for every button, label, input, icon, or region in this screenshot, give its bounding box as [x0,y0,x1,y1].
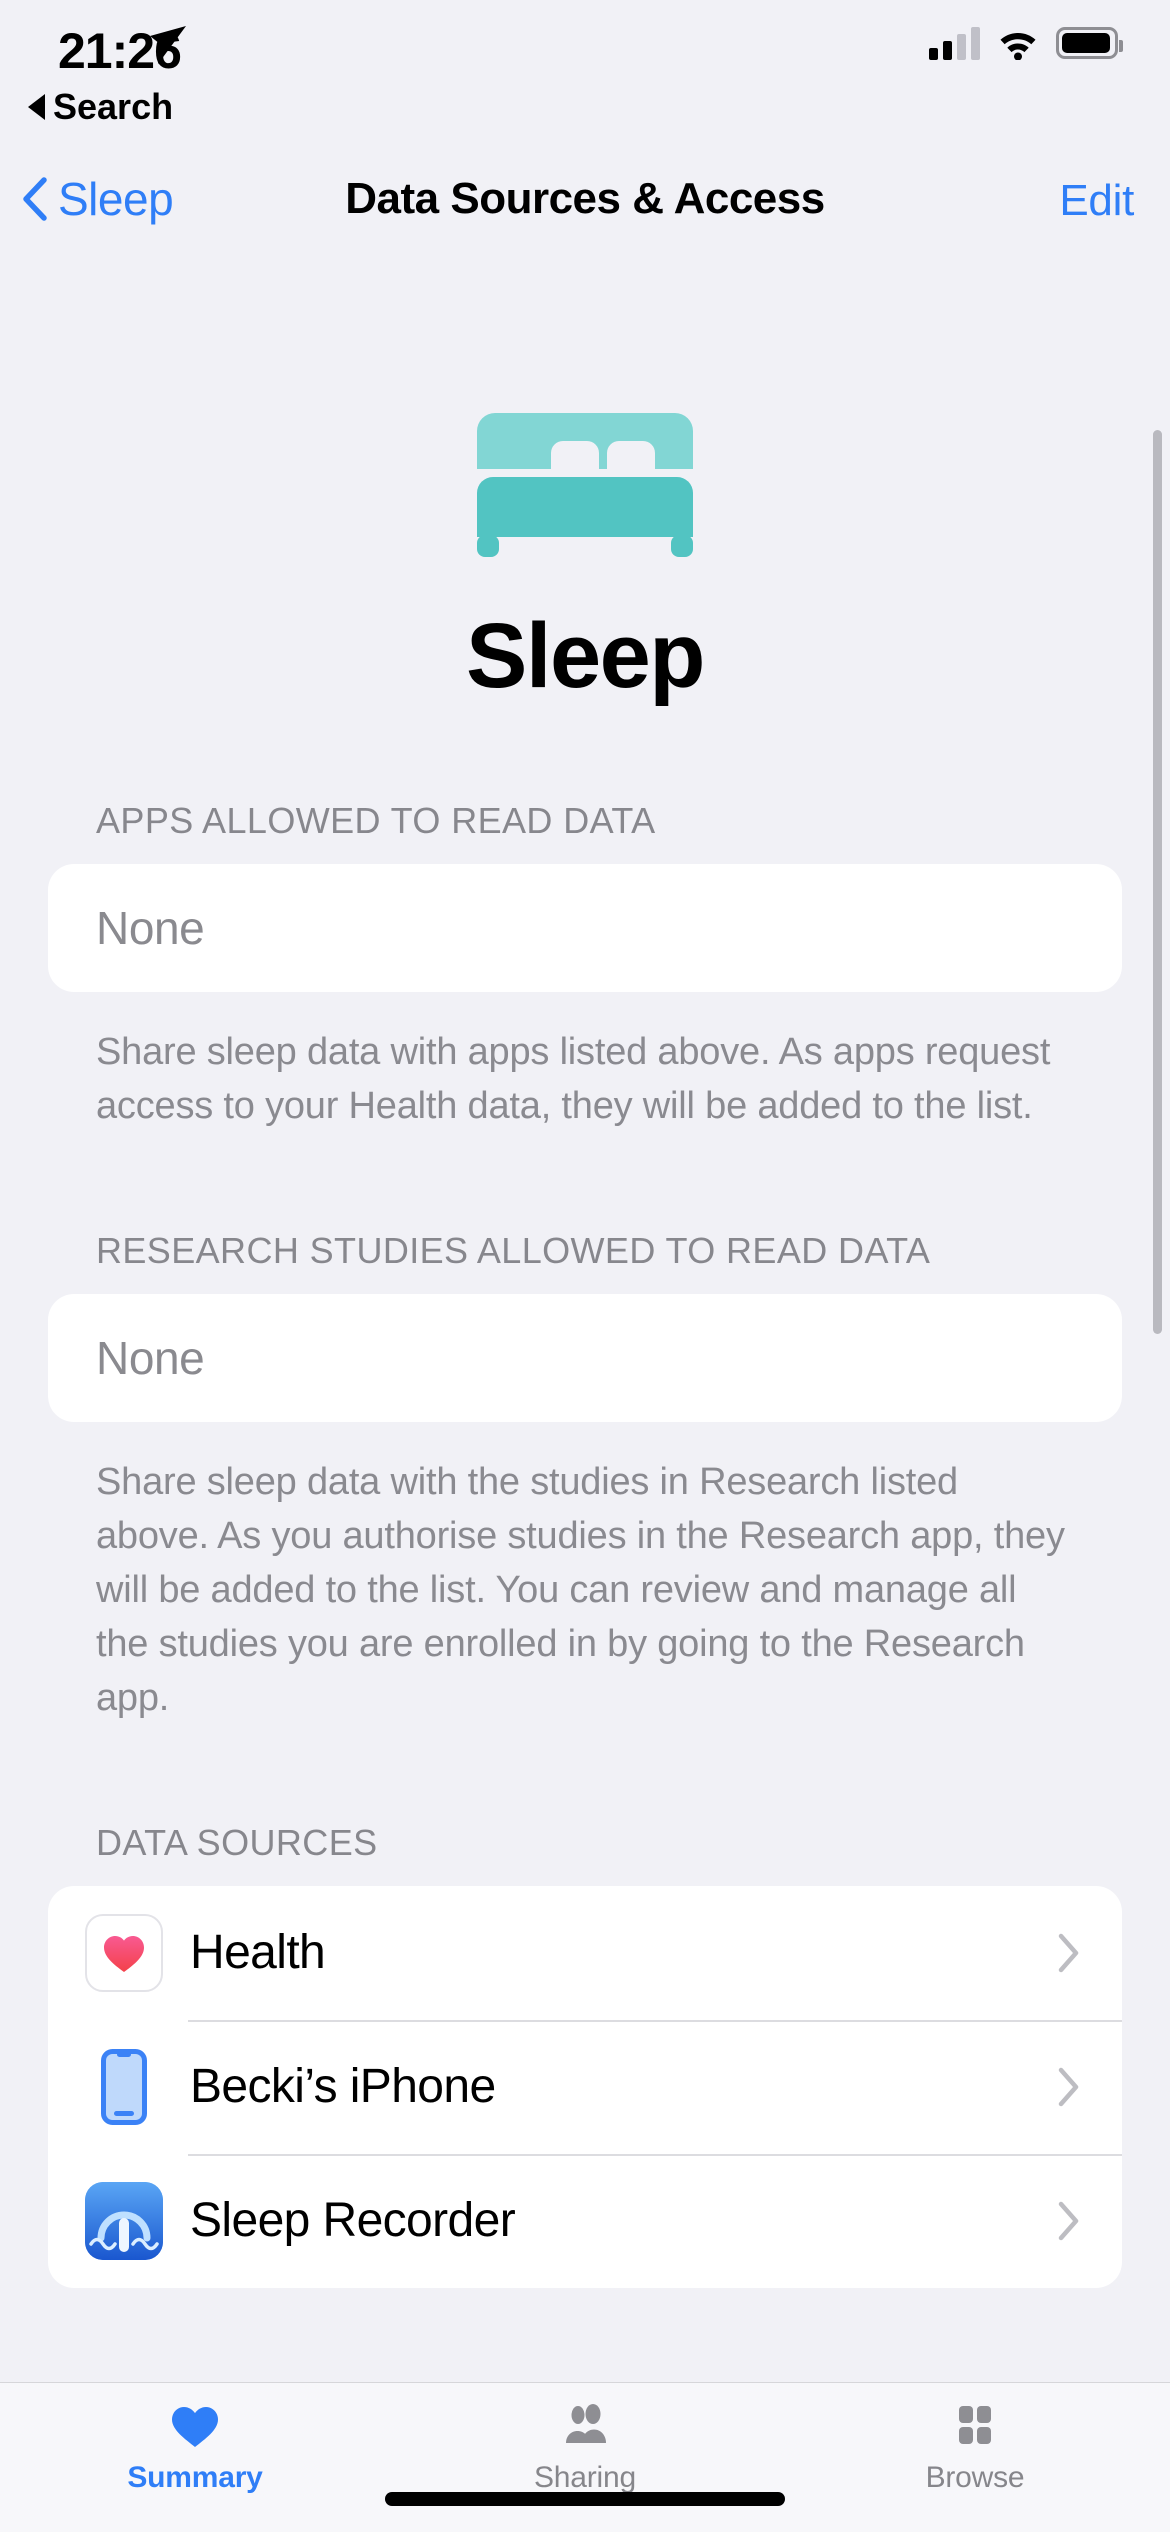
health-heart-icon [100,1929,148,1977]
page-title: Data Sources & Access [0,174,1170,224]
tab-summary-label: Summary [127,2461,262,2495]
tab-browse[interactable]: Browse [780,2383,1170,2495]
location-arrow-icon [148,22,188,66]
section-header-data-sources: DATA SOURCES [96,1822,1170,1864]
scroll-content[interactable]: Sleep APPS ALLOWED TO READ DATA None Sha… [0,252,1170,2382]
section-header-research: RESEARCH STUDIES ALLOWED TO READ DATA [96,1230,1170,1272]
people-icon [556,2399,614,2451]
row-icon-wrapper [84,2181,164,2261]
research-allowed-footnote: Share sleep data with the studies in Res… [96,1456,1074,1726]
cellular-signal-icon [929,26,980,60]
row-icon-wrapper [84,2047,164,2127]
row-icon-wrapper [84,1913,164,1993]
grid-icon [946,2399,1004,2451]
apps-allowed-card[interactable]: None [48,864,1122,992]
data-source-row-health[interactable]: Health [48,1886,1122,2020]
vertical-scrollbar[interactable] [1153,430,1162,1334]
tab-sharing[interactable]: Sharing [390,2383,780,2495]
navigation-bar: Sleep Data Sources & Access Edit [0,160,1170,252]
health-data-sources-screen: 21:26 Search Sleep Data Sources & Access… [0,0,1170,2532]
chevron-right-icon [1058,2201,1080,2241]
apps-allowed-footnote: Share sleep data with apps listed above.… [96,1026,1074,1134]
status-bar-indicators [929,26,1118,60]
data-source-row-iphone[interactable]: Becki’s iPhone [48,2020,1122,2154]
hero-title: Sleep [0,610,1170,702]
tab-bar: Summary Sharing Browse [0,2382,1170,2532]
tab-summary[interactable]: Summary [0,2383,390,2495]
apps-allowed-empty-value: None [48,864,1122,992]
research-allowed-card[interactable]: None [48,1294,1122,1422]
data-source-label: Becki’s iPhone [190,2059,496,2114]
back-triangle-icon [28,94,45,120]
hero-section: Sleep [0,252,1170,702]
data-sources-card: Health Becki’s iPhone [48,1886,1122,2288]
health-app-tile [85,1914,163,1992]
battery-icon [1056,27,1118,59]
back-to-search-button[interactable]: Search [28,86,173,128]
tab-browse-label: Browse [926,2461,1025,2495]
data-source-row-sleep-recorder[interactable]: Sleep Recorder [48,2154,1122,2288]
iphone-icon [101,2049,147,2125]
sleep-recorder-app-icon [85,2182,163,2260]
section-header-apps: APPS ALLOWED TO READ DATA [96,800,1170,842]
chevron-right-icon [1058,2067,1080,2107]
chevron-right-icon [1058,1933,1080,1973]
back-to-search-label: Search [53,86,173,128]
home-indicator[interactable] [385,2492,785,2506]
bed-icon [477,407,693,557]
heart-icon [166,2399,224,2451]
wifi-icon [996,26,1040,60]
data-source-label: Health [190,1925,325,1980]
data-source-label: Sleep Recorder [190,2193,515,2248]
sleep-recorder-app-tile [85,2182,163,2260]
research-allowed-empty-value: None [48,1294,1122,1422]
status-bar: 21:26 [0,0,1170,100]
edit-button[interactable]: Edit [1059,176,1134,226]
tab-sharing-label: Sharing [534,2461,636,2495]
